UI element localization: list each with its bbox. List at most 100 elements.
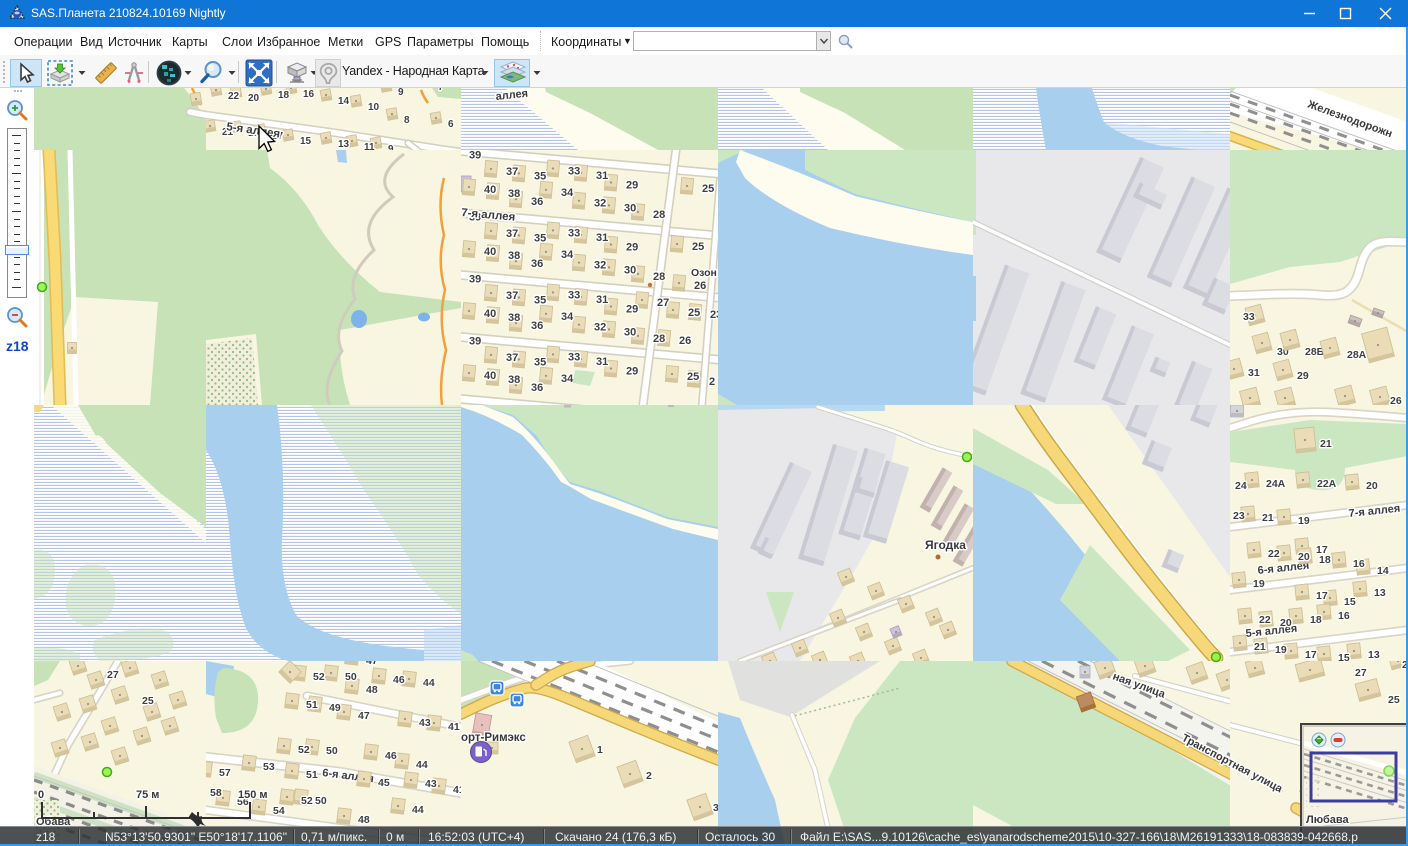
svg-text:39: 39 [469, 150, 481, 162]
svg-text:7: 7 [438, 88, 444, 93]
svg-text:27: 27 [107, 669, 119, 681]
svg-text:33: 33 [568, 289, 580, 301]
svg-text:45: 45 [378, 777, 390, 789]
svg-text:33: 33 [1243, 311, 1255, 323]
svg-text:30: 30 [624, 202, 636, 214]
svg-text:41: 41 [448, 721, 460, 733]
svg-text:31: 31 [596, 170, 608, 182]
svg-text:43: 43 [425, 778, 437, 790]
svg-text:36: 36 [531, 382, 543, 394]
svg-text:18: 18 [1319, 554, 1331, 566]
svg-text:Озон: Озон [691, 267, 717, 279]
svg-text:25: 25 [692, 241, 704, 253]
svg-text:19: 19 [1275, 644, 1287, 656]
svg-text:48: 48 [366, 684, 378, 696]
svg-text:21: 21 [1262, 512, 1274, 524]
svg-text:8: 8 [404, 115, 410, 126]
svg-text:15: 15 [1344, 596, 1356, 608]
svg-text:21: 21 [1254, 641, 1266, 653]
svg-text:36: 36 [531, 196, 543, 208]
svg-text:19: 19 [1253, 578, 1265, 590]
svg-text:25: 25 [1388, 694, 1400, 706]
svg-text:52: 52 [313, 671, 325, 683]
svg-text:28: 28 [653, 271, 665, 283]
svg-text:20: 20 [1366, 480, 1378, 492]
svg-text:16: 16 [1338, 610, 1350, 622]
svg-text:29: 29 [626, 304, 638, 316]
svg-text:20: 20 [1280, 617, 1292, 629]
svg-text:Ягодка: Ягодка [925, 538, 966, 552]
svg-text:150 м: 150 м [238, 789, 268, 801]
svg-text:15: 15 [300, 136, 312, 147]
svg-text:39: 39 [469, 274, 481, 286]
svg-text:24А: 24А [1266, 478, 1286, 490]
svg-text:27: 27 [657, 297, 669, 309]
svg-text:22: 22 [1259, 614, 1271, 626]
svg-text:14: 14 [1377, 565, 1389, 577]
svg-text:31: 31 [596, 232, 608, 244]
svg-text:20: 20 [1298, 551, 1310, 563]
svg-text:40: 40 [484, 370, 496, 382]
svg-text:51: 51 [306, 769, 318, 781]
svg-text:31: 31 [596, 294, 608, 306]
svg-text:54: 54 [273, 805, 285, 817]
svg-text:32: 32 [594, 322, 606, 334]
svg-text:47: 47 [358, 710, 370, 722]
svg-text:29: 29 [626, 242, 638, 254]
svg-text:13: 13 [338, 139, 350, 150]
svg-text:50: 50 [345, 671, 357, 683]
svg-text:40: 40 [484, 308, 496, 320]
svg-text:37: 37 [506, 166, 518, 178]
svg-text:44: 44 [416, 759, 428, 771]
svg-text:38: 38 [508, 188, 520, 200]
svg-text:19: 19 [1298, 515, 1310, 527]
svg-text:35: 35 [534, 170, 546, 182]
svg-text:31: 31 [596, 356, 608, 368]
svg-text:13: 13 [1374, 587, 1386, 599]
svg-text:18: 18 [278, 90, 290, 101]
svg-text:21: 21 [1320, 438, 1332, 450]
svg-text:75 м: 75 м [136, 789, 159, 801]
svg-text:49: 49 [329, 702, 341, 714]
svg-text:35: 35 [534, 294, 546, 306]
svg-text:38: 38 [508, 312, 520, 324]
svg-text:25: 25 [142, 695, 154, 707]
svg-text:30: 30 [624, 326, 636, 338]
svg-text:36: 36 [531, 320, 543, 332]
svg-text:32: 32 [594, 198, 606, 210]
svg-text:30: 30 [624, 264, 636, 276]
svg-text:36: 36 [531, 258, 543, 270]
svg-text:44: 44 [412, 804, 424, 816]
svg-text:22: 22 [1268, 548, 1280, 560]
svg-text:35: 35 [534, 232, 546, 244]
svg-text:0: 0 [38, 789, 44, 801]
svg-text:17: 17 [1305, 649, 1317, 661]
svg-text:28: 28 [653, 333, 665, 345]
svg-text:37: 37 [506, 228, 518, 240]
svg-text:18: 18 [1310, 614, 1322, 626]
svg-text:52: 52 [301, 795, 313, 807]
svg-text:Любава: Любава [1306, 814, 1349, 826]
svg-text:28А: 28А [1347, 349, 1367, 361]
svg-text:46: 46 [385, 750, 397, 762]
svg-text:38: 38 [508, 374, 520, 386]
svg-text:25: 25 [688, 307, 700, 319]
svg-text:6: 6 [448, 119, 454, 130]
svg-text:37: 37 [506, 290, 518, 302]
svg-text:37: 37 [506, 352, 518, 364]
svg-text:24: 24 [1235, 480, 1247, 492]
svg-text:57: 57 [219, 767, 231, 779]
svg-text:2: 2 [646, 770, 652, 782]
svg-text:17: 17 [1316, 590, 1328, 602]
svg-text:25: 25 [702, 183, 714, 195]
svg-text:27: 27 [1355, 667, 1367, 679]
svg-text:2: 2 [709, 376, 715, 388]
svg-text:33: 33 [568, 351, 580, 363]
svg-text:20: 20 [248, 93, 260, 104]
svg-text:40: 40 [484, 184, 496, 196]
svg-text:10: 10 [368, 102, 380, 113]
svg-text:13: 13 [1368, 649, 1380, 661]
svg-text:52: 52 [298, 744, 310, 756]
svg-text:40: 40 [484, 246, 496, 258]
svg-text:25: 25 [687, 371, 699, 383]
